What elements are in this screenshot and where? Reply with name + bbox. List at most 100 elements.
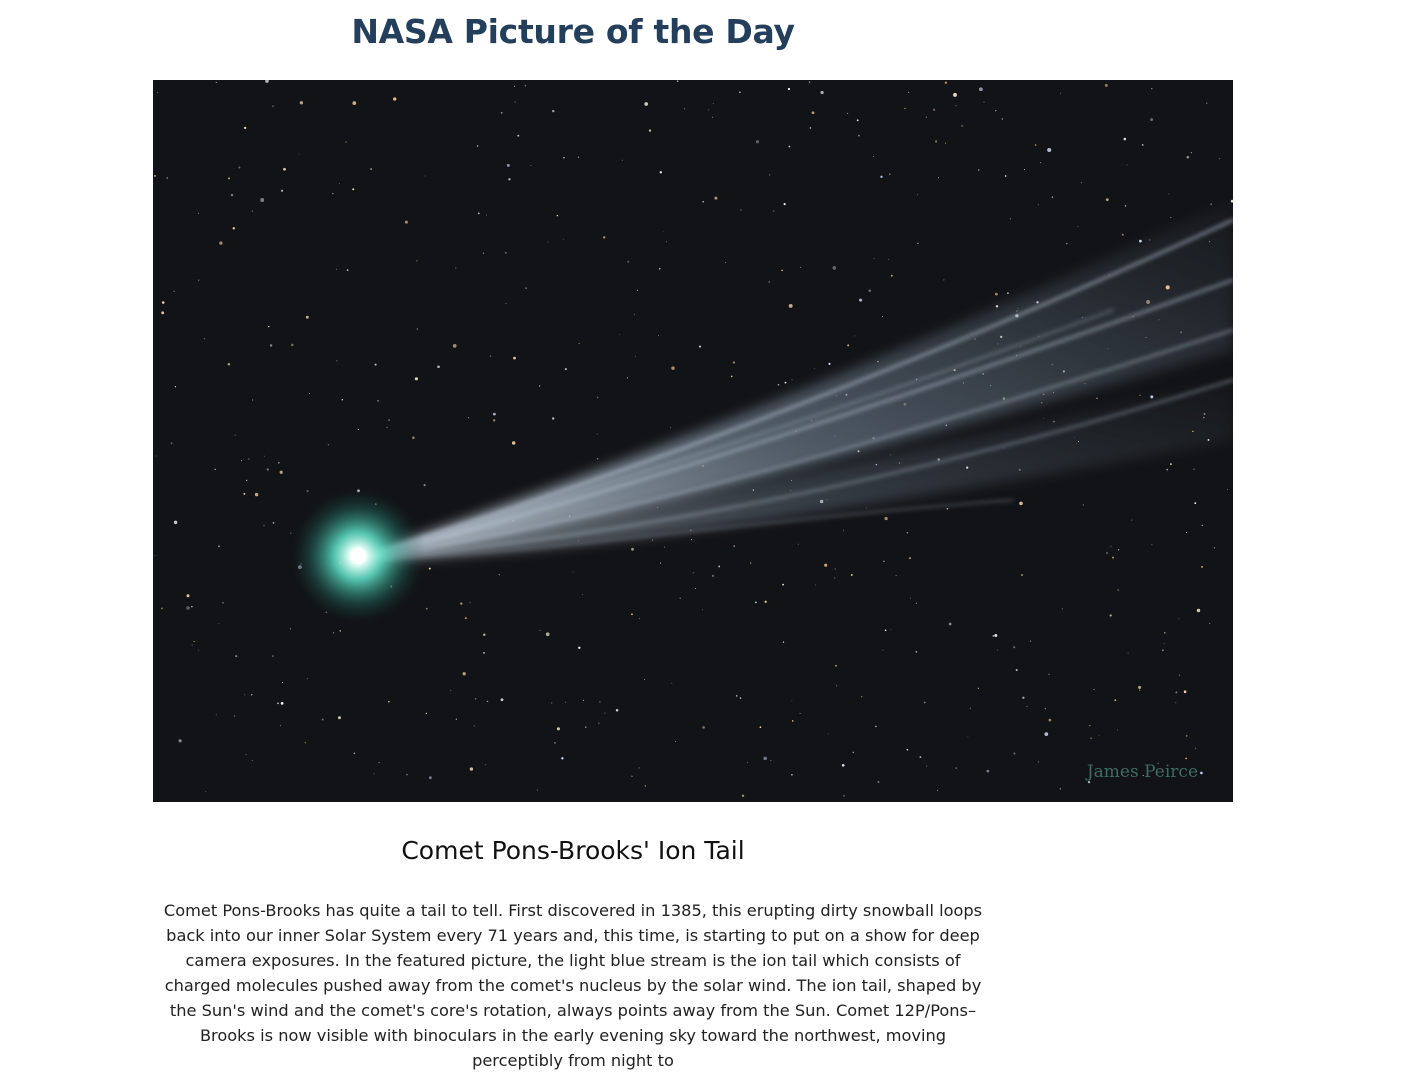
star [1109,614,1112,617]
star [932,108,936,111]
star [759,726,762,729]
star [1183,690,1187,693]
star [626,377,629,379]
star [711,574,715,578]
star [264,455,265,457]
star [336,360,338,362]
star [277,702,279,705]
star [835,685,838,687]
star [967,736,969,738]
star [882,315,884,317]
star [248,458,250,460]
star [339,630,341,632]
star [251,210,253,212]
star [631,547,634,551]
star [1219,158,1221,160]
star [1206,102,1208,104]
star [1118,549,1120,551]
star [341,399,343,401]
star [170,442,173,445]
star [730,375,733,378]
star [953,92,957,97]
star [1193,468,1195,470]
star [266,468,269,471]
star [290,532,292,534]
star [289,628,292,630]
star [791,379,793,381]
star [505,252,507,254]
star [904,107,906,110]
star [425,607,428,610]
star [556,727,560,731]
star [161,311,165,315]
star [1110,545,1112,547]
star [1042,417,1044,419]
star [191,644,193,646]
star [938,177,939,179]
star [889,173,891,175]
star [251,694,253,696]
star [500,111,503,114]
star [995,305,999,308]
star [835,664,837,667]
star [536,789,538,791]
star [476,145,479,147]
star [1138,685,1142,689]
star [1170,463,1172,465]
star [572,571,574,573]
star [230,193,234,197]
star [298,153,300,155]
star [1201,565,1203,568]
star [718,565,721,568]
star [539,385,541,387]
star [218,545,220,548]
star [374,363,377,366]
star [800,266,802,268]
star [205,791,207,793]
star [215,714,217,716]
star [500,698,504,702]
star [788,145,791,148]
star [577,156,580,158]
star [1151,544,1153,546]
star [346,269,349,271]
star [658,335,660,336]
image-title: Comet Pons-Brooks' Ion Tail [401,836,745,865]
star [1089,725,1091,727]
star [884,629,887,632]
star [489,355,492,357]
star [513,356,516,360]
star [615,709,619,712]
star [233,715,236,717]
star [198,279,200,281]
star [725,262,727,264]
star [866,507,868,509]
star [670,427,672,429]
star [1022,696,1025,699]
star [884,516,888,521]
star [467,417,470,419]
star [1037,204,1039,206]
star [882,649,884,651]
star [493,412,496,416]
star [506,163,510,167]
star [787,87,791,91]
star [702,201,704,203]
star [155,455,157,457]
star [564,367,568,371]
star [1121,233,1124,236]
star [811,111,815,115]
star [1105,198,1109,202]
star [961,125,963,127]
star [770,760,772,762]
star [1112,556,1114,559]
star [828,362,831,365]
star [1139,394,1141,396]
star [1048,673,1050,676]
star [186,606,190,610]
star [1209,623,1211,625]
star [764,600,767,603]
star [698,345,702,348]
star [1013,752,1016,755]
star [299,101,304,105]
